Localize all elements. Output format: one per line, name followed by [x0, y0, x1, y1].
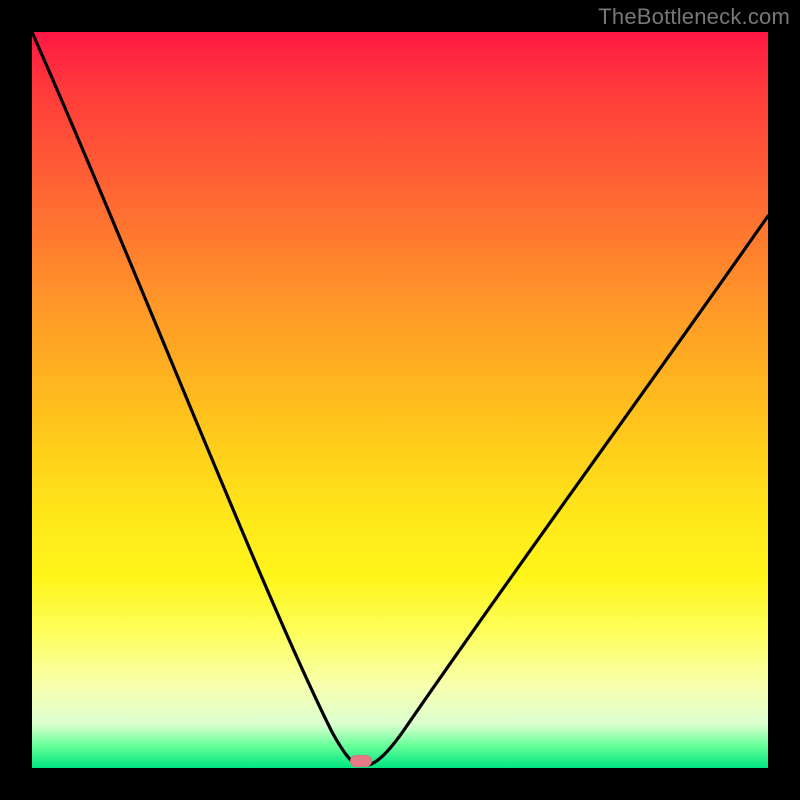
curve-path [32, 32, 768, 765]
optimum-marker [350, 755, 372, 767]
bottleneck-curve [32, 32, 768, 768]
chart-frame: TheBottleneck.com [0, 0, 800, 800]
plot-area [32, 32, 768, 768]
watermark-text: TheBottleneck.com [598, 4, 790, 30]
